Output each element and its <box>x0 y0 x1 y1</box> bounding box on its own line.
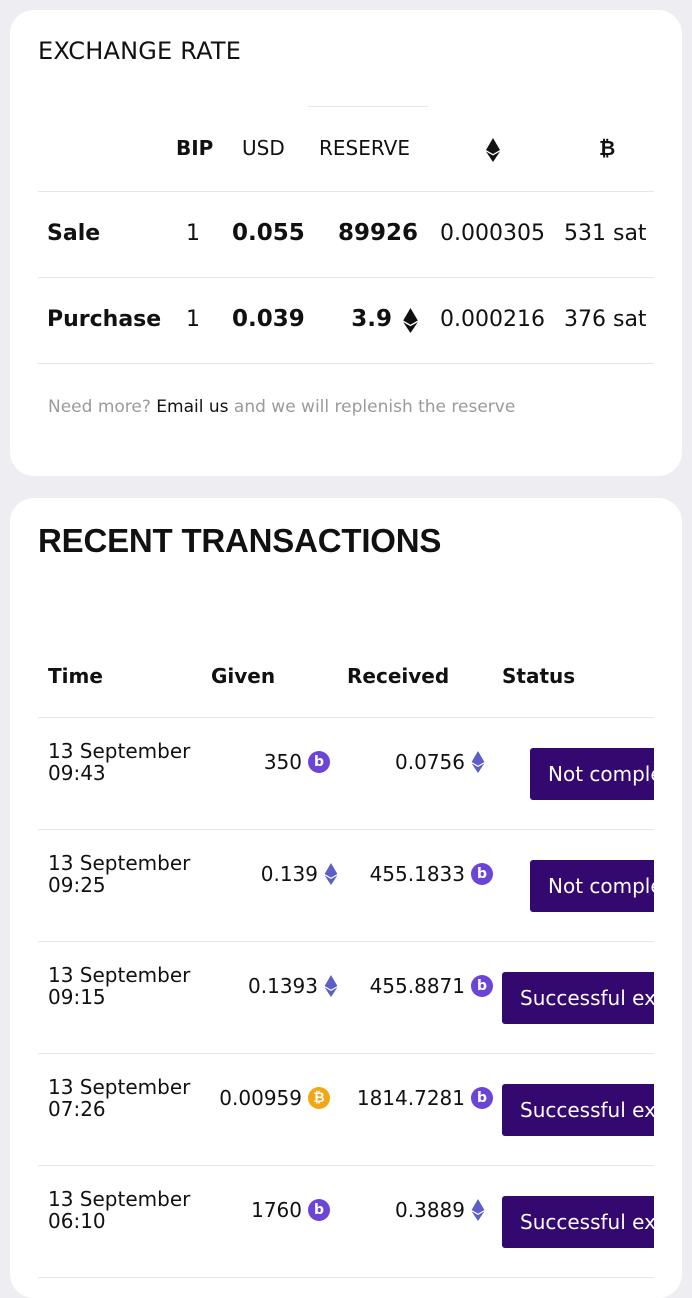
row-label: Purchase <box>47 307 162 332</box>
amount-value: 0.139 <box>260 862 318 886</box>
transaction-clock: 09:25 <box>48 873 106 897</box>
bip-coin-icon: b <box>471 975 493 997</box>
amount-value: 350 <box>263 750 302 774</box>
amount-value: 1760 <box>251 1198 302 1222</box>
exchange-rate-card: EXCHANGE RATE BIP USD RESERVE ₿ Sale 1 0… <box>10 10 682 476</box>
status-button[interactable]: Not completed <box>530 748 654 800</box>
btc-rate-value: 376 sat <box>564 307 647 332</box>
received-amount: 1814.7281 b <box>357 1086 493 1110</box>
reserve-column-header: RESERVE <box>319 136 410 160</box>
given-amount: 0.00959 ₿ <box>219 1086 330 1110</box>
recent-transactions-card: RECENT TRANSACTIONS Time Given Received … <box>10 498 682 1298</box>
received-amount: 455.8871 b <box>370 974 493 998</box>
usd-column-header: USD <box>242 136 285 160</box>
usd-value: 0.055 <box>232 220 305 246</box>
transactions-table: 13 September 09:43 350 b 0.0756 Not comp… <box>10 498 654 1298</box>
transaction-date: 13 September <box>48 1187 191 1211</box>
btc-rate-value: 531 sat <box>564 221 647 246</box>
status-button[interactable]: Successful exchange <box>502 1196 654 1248</box>
transaction-date: 13 September <box>48 851 191 875</box>
amount-value: 0.00959 <box>219 1086 302 1110</box>
ethereum-icon <box>471 1199 485 1221</box>
reserve-value: 3.9 <box>351 306 392 332</box>
received-amount: 0.3889 <box>395 1198 485 1222</box>
email-us-link[interactable]: Email us <box>156 397 228 417</box>
status-button[interactable]: Successful exchange <box>502 1084 654 1136</box>
table-divider <box>38 277 654 278</box>
bitcoin-icon: ₿ <box>599 136 616 160</box>
bitcoin-coin-icon: ₿ <box>308 1087 330 1109</box>
bip-value: 1 <box>186 221 200 246</box>
transaction-time: 13 September 07:26 <box>48 1076 190 1120</box>
given-amount: 0.139 <box>261 862 338 886</box>
amount-value: 0.3889 <box>395 1198 465 1222</box>
bip-coin-icon: b <box>308 751 330 773</box>
amount-value: 455.1833 <box>369 862 465 886</box>
reserve-header-divider <box>308 106 428 107</box>
amount-value: 0.1393 <box>248 974 318 998</box>
table-row: 13 September 07:26 0.00959 ₿ 1814.7281 b… <box>10 1054 654 1166</box>
transaction-clock: 09:43 <box>48 761 106 785</box>
bip-coin-icon: b <box>471 1087 493 1109</box>
eth-rate-value: 0.000216 <box>440 307 545 332</box>
bip-value: 1 <box>186 307 200 332</box>
given-amount: 0.1393 <box>248 974 338 998</box>
transaction-clock: 07:26 <box>48 1097 106 1121</box>
transaction-date: 13 September <box>48 1075 191 1099</box>
amount-value: 1814.7281 <box>356 1086 465 1110</box>
table-row: 13 September 09:25 0.139 455.1833 b Not … <box>10 830 654 942</box>
received-amount: 0.0756 <box>395 750 485 774</box>
transaction-time: 13 September 09:43 <box>48 740 190 784</box>
ethereum-icon <box>324 975 338 997</box>
table-divider <box>38 1277 654 1278</box>
reserve-value: 89926 <box>337 220 418 246</box>
status-button[interactable]: Successful exchange <box>502 972 654 1024</box>
note-suffix: and we will replenish the reserve <box>233 397 516 417</box>
ethereum-icon <box>324 863 338 885</box>
row-label: Sale <box>47 221 101 246</box>
transaction-clock: 06:10 <box>48 1209 106 1233</box>
transaction-date: 13 September <box>48 963 191 987</box>
reserve-note: Need more? Email us and we will replenis… <box>48 397 515 417</box>
note-prefix: Need more? <box>48 397 151 417</box>
transaction-time: 13 September 09:25 <box>48 852 190 896</box>
table-divider <box>38 363 654 364</box>
bip-coin-icon: b <box>308 1199 330 1221</box>
transaction-date: 13 September <box>48 739 191 763</box>
amount-value: 455.8871 <box>369 974 465 998</box>
status-button[interactable]: Not completed <box>530 860 654 912</box>
ethereum-icon <box>403 308 418 337</box>
exchange-rate-title: EXCHANGE RATE <box>38 37 242 65</box>
amount-value: 0.0756 <box>395 750 465 774</box>
table-row: 13 September 09:15 0.1393 455.8871 b Suc… <box>10 942 654 1054</box>
table-row: 13 September 09:43 350 b 0.0756 Not comp… <box>10 718 654 830</box>
bip-coin-icon: b <box>471 863 493 885</box>
transaction-clock: 09:15 <box>48 985 106 1009</box>
given-amount: 350 b <box>264 750 330 774</box>
bip-column-header: BIP <box>176 136 214 160</box>
ethereum-icon <box>471 751 485 773</box>
ethereum-icon <box>486 138 500 166</box>
table-row: 13 September 06:10 1760 b 0.3889 Success… <box>10 1166 654 1278</box>
table-divider <box>38 191 654 192</box>
eth-rate-value: 0.000305 <box>440 221 545 246</box>
transaction-time: 13 September 06:10 <box>48 1188 190 1232</box>
given-amount: 1760 b <box>251 1198 330 1222</box>
transaction-time: 13 September 09:15 <box>48 964 190 1008</box>
usd-value: 0.039 <box>232 306 305 332</box>
received-amount: 455.1833 b <box>370 862 493 886</box>
